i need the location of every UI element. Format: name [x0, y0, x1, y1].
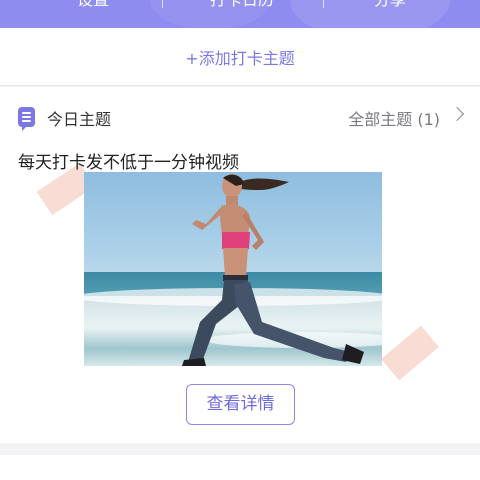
- today-topic-card: 今日主题 全部主题 (1) 每天打卡发不低于一分钟视频 查看详情: [0, 87, 480, 443]
- all-topics-link[interactable]: 全部主题 (1): [348, 106, 440, 130]
- nav-item-settings[interactable]: 设置: [13, 0, 173, 10]
- nav-item-calendar[interactable]: 打卡日历: [162, 0, 322, 10]
- topic-list-icon: [18, 107, 35, 131]
- card-title: 今日主题: [47, 110, 112, 129]
- nav-item-share[interactable]: 分享: [310, 0, 470, 10]
- top-nav-bar: 设置 打卡日历 分享: [0, 0, 480, 28]
- add-topic-button[interactable]: +添加打卡主题: [0, 28, 480, 86]
- decoration-shape: [381, 325, 439, 381]
- view-details-button[interactable]: 查看详情: [186, 384, 295, 425]
- runner-figure: [182, 174, 364, 366]
- topic-description: 每天打卡发不低于一分钟视频: [18, 153, 239, 173]
- topic-image[interactable]: [84, 172, 382, 366]
- chevron-right-icon[interactable]: [449, 106, 465, 122]
- next-card: [0, 455, 480, 480]
- card-header: 今日主题 全部主题 (1): [0, 103, 480, 133]
